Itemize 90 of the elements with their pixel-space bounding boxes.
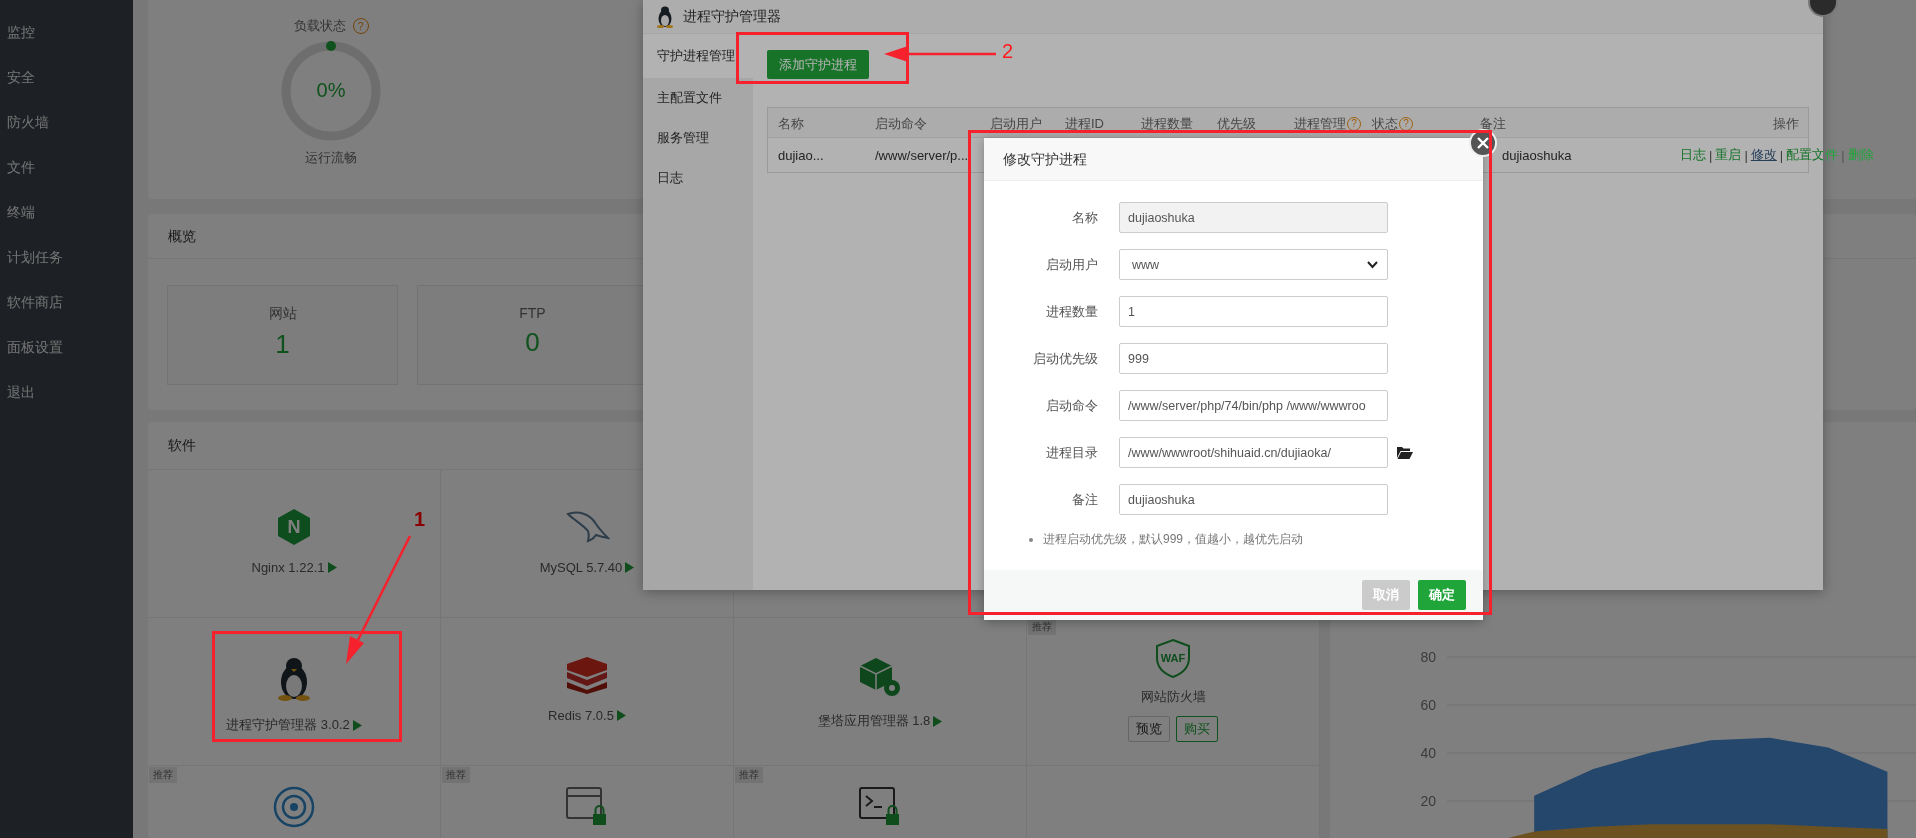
add-process-button[interactable]: 添加守护进程 xyxy=(767,50,869,79)
target-icon[interactable] xyxy=(273,786,315,828)
load-status-text: 运行流畅 xyxy=(305,149,357,167)
terminal-lock-icon[interactable] xyxy=(858,786,902,828)
name-field[interactable]: dujiaoshuka xyxy=(1119,202,1388,233)
sidebar-item[interactable]: 面板设置 xyxy=(0,325,133,370)
field-label: 进程目录 xyxy=(1045,443,1098,462)
sidebar-item[interactable]: 软件商店 xyxy=(0,280,133,325)
text-field[interactable]: 1 xyxy=(1119,296,1388,327)
hexagon-logo-icon[interactable]: N xyxy=(277,508,311,546)
sidebar-item[interactable]: 防火墙 xyxy=(0,100,133,145)
sidebar-item[interactable]: 监控 xyxy=(0,10,133,55)
y-tick-label: 20 xyxy=(1420,793,1436,809)
sidebar-item[interactable]: 计划任务 xyxy=(0,235,133,280)
y-tick-label: 40 xyxy=(1420,745,1436,761)
stat-label: FTP xyxy=(519,305,546,321)
column-header: 进程ID xyxy=(1065,115,1104,133)
action-link[interactable]: 修改 xyxy=(1750,146,1777,164)
close-icon xyxy=(1477,137,1489,149)
play-icon[interactable] xyxy=(933,715,943,727)
column-header: 状态 xyxy=(1372,115,1398,133)
text-field[interactable]: 999 xyxy=(1119,343,1388,374)
column-header: 启动命令 xyxy=(875,115,927,133)
software-name: 网站防火墙 xyxy=(1140,688,1206,706)
chevron-icon xyxy=(1367,260,1378,269)
separator: | xyxy=(1779,147,1784,163)
window-title: 进程守护管理器 xyxy=(683,7,781,26)
y-tick-label: 80 xyxy=(1420,649,1436,665)
action-link[interactable]: 重启 xyxy=(1715,146,1742,164)
column-header: 启动用户 xyxy=(990,115,1042,133)
sidebar-item[interactable]: 文件 xyxy=(0,145,133,190)
column-header: 名称 xyxy=(778,115,804,133)
action-link[interactable]: 日志 xyxy=(1680,146,1706,164)
confirm-button[interactable]: 确定 xyxy=(1418,580,1466,610)
software-name[interactable]: 堡塔应用管理器 1.8 xyxy=(817,712,931,730)
stat-tile[interactable]: 网站 1 xyxy=(167,285,398,385)
column-header: 进程数量 xyxy=(1141,115,1193,133)
software-action-button[interactable]: 预览 xyxy=(1128,716,1170,742)
table-cell: /www/server/p... xyxy=(875,147,969,163)
cube-gear-icon[interactable] xyxy=(858,656,902,698)
separator: | xyxy=(1841,147,1845,163)
field-label: 启动命令 xyxy=(1045,396,1098,415)
software-action-button[interactable]: 购买 xyxy=(1176,716,1218,742)
stacked-layers-icon[interactable] xyxy=(565,656,609,694)
separator: | xyxy=(1709,147,1713,163)
sidebar-item[interactable]: 退出 xyxy=(0,370,133,415)
annotation-label: 2 xyxy=(1002,40,1014,63)
field-label: 备注 xyxy=(1071,490,1098,509)
field-label: 启动优先级 xyxy=(1032,349,1098,368)
table-cell: dujiao... xyxy=(778,147,824,163)
separator: | xyxy=(1744,147,1748,163)
play-icon[interactable] xyxy=(352,719,362,731)
play-icon[interactable] xyxy=(625,562,635,573)
play-icon[interactable] xyxy=(327,562,337,573)
load-status-label: 负载状态 xyxy=(293,17,346,35)
dialog-title: 修改守护进程 xyxy=(984,138,1483,181)
annotation-label: 1 xyxy=(414,508,426,531)
penguin-icon xyxy=(655,4,675,29)
load-percent: 0% xyxy=(315,79,347,102)
software-name[interactable]: Nginx 1.22.1 xyxy=(251,560,325,575)
recommend-tag: 推荐 xyxy=(735,767,763,783)
user-select[interactable]: www xyxy=(1119,249,1388,280)
window-lock-icon[interactable] xyxy=(565,786,609,828)
column-header: 备注 xyxy=(1480,115,1506,133)
recommend-tag: 推荐 xyxy=(149,767,177,783)
folder-icon[interactable] xyxy=(1397,446,1413,459)
stat-value: 1 xyxy=(275,329,290,360)
stat-value: 0 xyxy=(525,327,540,358)
recommend-tag: 推荐 xyxy=(442,767,470,783)
software-name[interactable]: MySQL 5.7.40 xyxy=(539,560,623,575)
text-field[interactable]: dujiaoshuka xyxy=(1119,484,1388,515)
y-tick-label: 60 xyxy=(1420,697,1436,713)
bullet-icon xyxy=(1029,537,1033,542)
text-field[interactable]: /www/wwwroot/shihuaid.cn/dujiaoka/ xyxy=(1119,437,1388,468)
software-name[interactable]: 进程守护管理器 3.0.2 xyxy=(226,716,350,734)
sidebar-item[interactable]: 安全 xyxy=(0,55,133,100)
hint-text: 进程启动优先级，默认999，值越小，越优先启动 xyxy=(1043,531,1304,548)
stat-label: 网站 xyxy=(268,305,297,323)
play-icon[interactable] xyxy=(616,710,626,721)
sidebar-item[interactable]: 终端 xyxy=(0,190,133,235)
field-label: 进程数量 xyxy=(1045,302,1098,321)
column-header: 优先级 xyxy=(1217,115,1256,133)
nav-tab[interactable]: 守护进程管理 xyxy=(643,34,753,78)
table-cell: dujiaoshuka xyxy=(1502,147,1572,163)
text-field[interactable]: /www/server/php/74/bin/php /www/wwwroo xyxy=(1119,390,1388,421)
action-link[interactable]: 配置文件 xyxy=(1786,146,1839,164)
shield-icon[interactable]: WAF xyxy=(1154,638,1192,678)
software-name[interactable]: Redis 7.0.5 xyxy=(548,708,614,723)
column-header: 进程管理 xyxy=(1294,115,1346,133)
column-header: 操作 xyxy=(1773,115,1799,133)
